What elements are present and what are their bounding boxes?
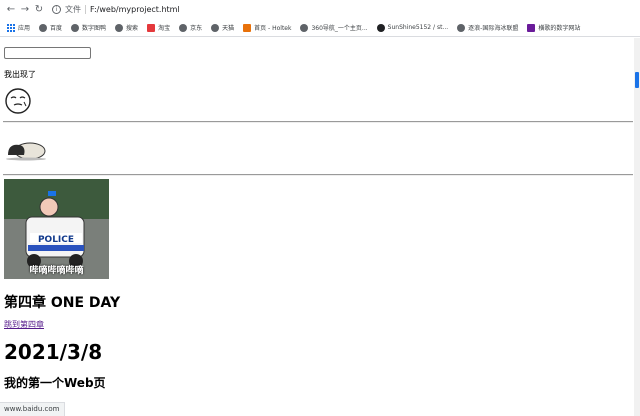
taobao-icon [147, 23, 156, 32]
bookmark-label: 京东 [190, 25, 203, 32]
bookmark-label: 360导航_一个主页... [311, 25, 368, 32]
file-label: 文件 [65, 5, 81, 14]
bookmark-label: 天猫 [222, 25, 235, 32]
globe-icon [71, 23, 80, 32]
bookmark-item[interactable]: SunShine5152 / st... [376, 23, 449, 32]
bookmark-label: 逐浪-国际海冰联盟 [468, 25, 519, 32]
bookmark-label: 数字图鸭 [82, 25, 107, 32]
bookmark-label: 应用 [18, 25, 31, 32]
police-car-image: POLICE 哔嘀哔嘀哔嘀 [4, 179, 109, 279]
bookmark-label: 横歌的数字网站 [538, 25, 581, 32]
face-emoji-image [5, 88, 31, 114]
holtek-icon [243, 23, 252, 32]
bookmark-label: 首页 - Holtek [254, 25, 292, 32]
globe-icon [457, 23, 466, 32]
reload-icon[interactable]: ↻ [32, 4, 46, 15]
appeared-text: 我出现了 [4, 70, 36, 79]
bookmark-item[interactable]: 首页 - Holtek [243, 23, 291, 32]
scrollbar[interactable] [634, 38, 640, 416]
bookmark-label: 百度 [50, 25, 63, 32]
status-bar: www.baidu.com [0, 402, 65, 416]
chapter-heading: 第四章 ONE DAY [4, 295, 121, 311]
globe-icon [39, 23, 48, 32]
lying-character-image [6, 142, 46, 161]
globe-icon [115, 23, 124, 32]
bookmark-label: 搜索 [126, 25, 139, 32]
first-web-heading: 我的第一个Web页 [4, 376, 106, 390]
info-icon[interactable]: i [52, 5, 61, 14]
bookmark-item[interactable]: 京东 [179, 23, 202, 32]
bookmark-label: SunShine5152 / st... [387, 24, 449, 31]
github-icon [376, 23, 385, 32]
w-icon [527, 23, 536, 32]
bookmark-item[interactable]: 应用 [0, 23, 30, 32]
separator [85, 5, 86, 14]
svg-text:POLICE: POLICE [38, 235, 74, 245]
bookmark-item[interactable]: 百度 [39, 23, 62, 32]
browser-toolbar: ← → ↻ i 文件 F:/web/myproject.html [0, 0, 640, 19]
scrollbar-thumb[interactable] [635, 72, 639, 88]
text-input[interactable] [4, 47, 91, 59]
bookmark-item[interactable]: 横歌的数字网站 [527, 23, 580, 32]
forward-icon[interactable]: → [18, 4, 32, 15]
address-bar[interactable]: F:/web/myproject.html [90, 5, 180, 14]
globe-icon [300, 23, 309, 32]
globe-icon [179, 23, 188, 32]
horizontal-rule [3, 121, 633, 123]
back-icon[interactable]: ← [4, 4, 18, 15]
date-heading: 2021/3/8 [4, 340, 103, 364]
police-caption: 哔嘀哔嘀哔嘀 [29, 266, 84, 276]
apps-icon [7, 23, 15, 32]
globe-icon [211, 23, 220, 32]
page-content: 我出现了 POLICE 哔嘀哔嘀哔嘀 第四章 ONE DAY 跳到第四章 202… [0, 38, 634, 416]
bookmark-item[interactable]: 搜索 [115, 23, 138, 32]
bookmark-item[interactable]: 天猫 [211, 23, 234, 32]
bookmarks-bar: 应用 百度 数字图鸭 搜索 淘宝 京东 天猫 首页 - Holtek 360导航_一个主页...… [0, 19, 640, 37]
bookmark-item[interactable]: 数字图鸭 [71, 23, 106, 32]
chapter-link[interactable]: 跳到第四章 [4, 319, 44, 330]
bookmark-item[interactable]: 360导航_一个主页... [300, 23, 368, 32]
bookmark-item[interactable]: 逐浪-国际海冰联盟 [457, 23, 518, 32]
horizontal-rule [3, 174, 633, 176]
bookmark-label: 淘宝 [158, 25, 171, 32]
bookmark-item[interactable]: 淘宝 [147, 23, 170, 32]
